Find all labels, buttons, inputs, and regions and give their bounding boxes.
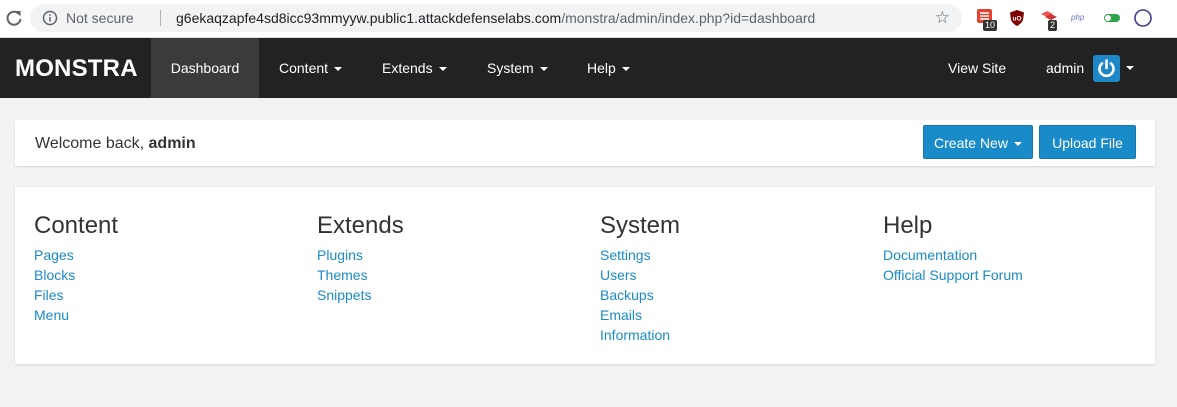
section-system: System Settings Users Backups Emails Inf… bbox=[600, 211, 680, 345]
power-icon bbox=[1098, 59, 1115, 78]
wappalyzer-extension-icon[interactable]: 2 bbox=[1039, 8, 1059, 31]
link-support-forum[interactable]: Official Support Forum bbox=[883, 265, 1023, 285]
todoist-badge: 10 bbox=[983, 20, 998, 31]
nav-content-dropdown[interactable]: Content bbox=[279, 38, 343, 98]
section-content: Content Pages Blocks Files Menu bbox=[34, 211, 118, 325]
nav-dashboard[interactable]: Dashboard bbox=[151, 38, 259, 98]
nav-help-dropdown[interactable]: Help bbox=[587, 38, 630, 98]
welcome-panel: Welcome back, admin Create New Upload Fi… bbox=[15, 120, 1155, 166]
url-host: g6ekaqzapfe4sd8icc93mmyyw.public1.attack… bbox=[176, 10, 562, 26]
upload-file-label: Upload File bbox=[1052, 135, 1123, 151]
chevron-down-icon bbox=[438, 67, 447, 72]
url-path: /monstra/admin/index.php?id=dashboard bbox=[561, 10, 816, 26]
link-pages[interactable]: Pages bbox=[34, 245, 118, 265]
dashboard-sections-panel: Content Pages Blocks Files Menu Extends … bbox=[15, 187, 1155, 364]
info-icon[interactable] bbox=[42, 10, 58, 26]
nav-system-dropdown[interactable]: System bbox=[487, 38, 548, 98]
svg-text:uO: uO bbox=[1012, 16, 1021, 23]
profile-extension-icon[interactable] bbox=[1133, 8, 1153, 28]
chevron-down-icon bbox=[334, 67, 343, 72]
address-bar[interactable]: Not secure g6ekaqzapfe4sd8icc93mmyyw.pub… bbox=[30, 4, 962, 32]
create-new-button[interactable]: Create New bbox=[923, 125, 1033, 159]
nav-help-label: Help bbox=[587, 60, 616, 76]
php-extension-icon[interactable]: php bbox=[1070, 8, 1090, 28]
upload-file-button[interactable]: Upload File bbox=[1039, 125, 1136, 159]
ublock-extension-icon[interactable]: uO bbox=[1007, 8, 1027, 28]
profile-icon bbox=[1134, 9, 1152, 27]
link-documentation[interactable]: Documentation bbox=[883, 245, 1023, 265]
svg-text:php: php bbox=[1070, 13, 1085, 22]
nav-extends-label: Extends bbox=[382, 60, 433, 76]
welcome-prefix: Welcome back, bbox=[35, 135, 149, 152]
link-files[interactable]: Files bbox=[34, 285, 118, 305]
section-title: Help bbox=[883, 212, 933, 239]
section-help: Help Documentation Official Support Foru… bbox=[883, 211, 1023, 285]
link-settings[interactable]: Settings bbox=[600, 245, 680, 265]
top-navbar: MONSTRA Dashboard Content Extends System… bbox=[0, 38, 1177, 98]
link-blocks[interactable]: Blocks bbox=[34, 265, 118, 285]
toggle-icon bbox=[1104, 14, 1120, 22]
chevron-down-icon[interactable] bbox=[1126, 66, 1134, 70]
chevron-down-icon bbox=[539, 67, 548, 72]
link-users[interactable]: Users bbox=[600, 265, 680, 285]
reload-icon[interactable] bbox=[4, 8, 24, 28]
user-name: admin bbox=[1046, 60, 1085, 76]
section-extends: Extends Plugins Themes Snippets bbox=[317, 211, 404, 305]
toggle-extension-icon[interactable] bbox=[1102, 8, 1122, 28]
link-menu[interactable]: Menu bbox=[34, 305, 118, 325]
bookmark-star-icon[interactable]: ☆ bbox=[935, 8, 950, 28]
address-separator bbox=[160, 10, 161, 26]
link-emails[interactable]: Emails bbox=[600, 305, 680, 325]
section-title: Extends bbox=[317, 212, 404, 239]
chevron-down-icon bbox=[621, 67, 630, 72]
link-snippets[interactable]: Snippets bbox=[317, 285, 404, 305]
ublock-icon: uO bbox=[1010, 10, 1024, 26]
link-plugins[interactable]: Plugins bbox=[317, 245, 404, 265]
nav-extends-dropdown[interactable]: Extends bbox=[382, 38, 447, 98]
view-site-label: View Site bbox=[948, 60, 1007, 76]
brand-logo[interactable]: MONSTRA bbox=[15, 55, 138, 83]
welcome-message: Welcome back, admin bbox=[35, 135, 196, 153]
security-label: Not secure bbox=[66, 10, 134, 26]
nav-system-label: System bbox=[487, 60, 534, 76]
php-icon: php bbox=[1070, 13, 1085, 22]
user-menu[interactable]: admin bbox=[1046, 38, 1084, 98]
url-text[interactable]: g6ekaqzapfe4sd8icc93mmyyw.public1.attack… bbox=[176, 10, 815, 26]
avatar[interactable] bbox=[1093, 55, 1120, 82]
section-title: System bbox=[600, 212, 681, 239]
link-information[interactable]: Information bbox=[600, 325, 680, 345]
todoist-extension-icon[interactable]: 10 bbox=[976, 8, 998, 31]
view-site-link[interactable]: View Site bbox=[948, 38, 1006, 98]
wappalyzer-badge: 2 bbox=[1048, 20, 1058, 31]
browser-toolbar: Not secure g6ekaqzapfe4sd8icc93mmyyw.pub… bbox=[0, 0, 1177, 38]
link-backups[interactable]: Backups bbox=[600, 285, 680, 305]
nav-content-label: Content bbox=[279, 60, 329, 76]
welcome-username: admin bbox=[148, 135, 196, 152]
nav-dashboard-label: Dashboard bbox=[170, 60, 240, 76]
link-themes[interactable]: Themes bbox=[317, 265, 404, 285]
section-title: Content bbox=[34, 212, 119, 239]
create-new-label: Create New bbox=[934, 135, 1008, 151]
chevron-down-icon bbox=[1013, 142, 1022, 147]
